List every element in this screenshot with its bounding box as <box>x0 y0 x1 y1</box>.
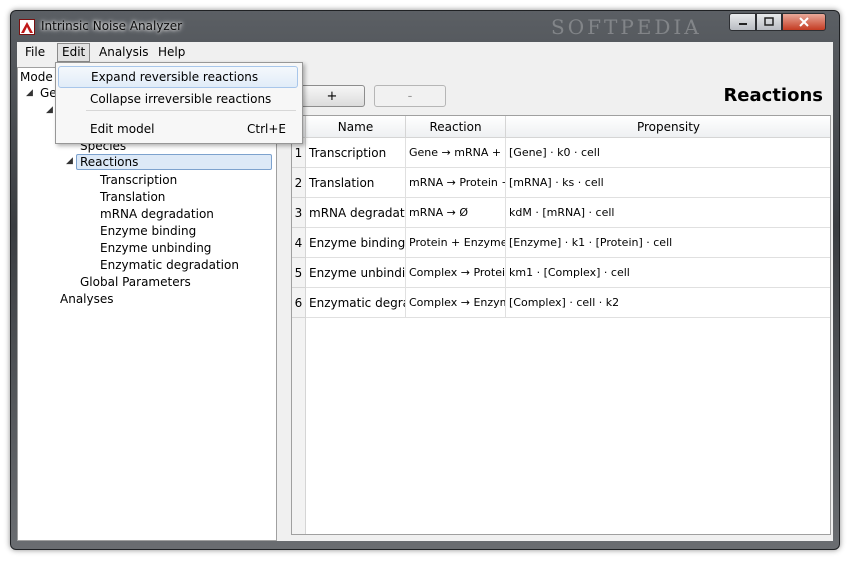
tree-item-reaction[interactable]: Translation <box>100 190 165 204</box>
watermark: SOFTPEDIA <box>551 15 702 39</box>
cell-name[interactable]: Enzymatic degradati <box>306 288 406 318</box>
tree-item-reaction[interactable]: Enzyme binding <box>100 224 196 238</box>
window-controls <box>729 13 826 33</box>
cell-name[interactable]: Enzyme unbinding <box>306 258 406 288</box>
menu-item-expand-reversible[interactable]: Expand reversible reactions <box>58 66 298 88</box>
cell-name[interactable]: Enzyme binding <box>306 228 406 258</box>
cell-reaction[interactable]: mRNA → Protein + m <box>406 168 506 198</box>
cell-name[interactable]: Translation <box>306 168 406 198</box>
page-title: Reactions <box>723 85 823 106</box>
window-title: Intrinsic Noise Analyzer <box>41 19 183 33</box>
tree-item-global-parameters[interactable]: Global Parameters <box>80 275 191 289</box>
column-header-propensity[interactable]: Propensity <box>506 116 830 138</box>
remove-reaction-button[interactable]: - <box>374 85 446 107</box>
app-logo-icon <box>19 19 35 35</box>
tree-item-reaction[interactable]: Enzymatic degradation <box>100 258 239 272</box>
menu-item-shortcut: Ctrl+E <box>247 122 286 136</box>
cell-propensity[interactable]: [mRNA] · ks · cell <box>506 168 830 198</box>
menu-file[interactable]: File <box>21 43 49 62</box>
maximize-icon[interactable] <box>756 13 782 31</box>
expand-arrow-icon[interactable]: ◢ <box>26 88 33 98</box>
cell-propensity[interactable]: [Complex] · cell · k2 <box>506 288 830 318</box>
tree-item-reaction[interactable]: Enzyme unbinding <box>100 241 211 255</box>
row-header[interactable]: 5 <box>292 258 306 288</box>
menu-item-label: Collapse irreversible reactions <box>90 92 272 106</box>
row-header[interactable]: 2 <box>292 168 306 198</box>
menu-item-edit-model[interactable]: Edit model Ctrl+E <box>58 118 298 140</box>
tree-item-reaction[interactable]: mRNA degradation <box>100 207 214 221</box>
menu-analysis[interactable]: Analysis <box>95 43 152 62</box>
edit-menu-dropdown: Expand reversible reactions Collapse irr… <box>55 62 303 144</box>
cell-propensity[interactable]: km1 · [Complex] · cell <box>506 258 830 288</box>
column-header-reaction[interactable]: Reaction <box>406 116 506 138</box>
menu-bar: File Edit Analysis Help <box>17 42 833 64</box>
cell-reaction[interactable]: mRNA → Ø <box>406 198 506 228</box>
tree-item-reactions[interactable]: Reactions <box>76 154 272 170</box>
cell-reaction[interactable]: Complex → Enzyme <box>406 288 506 318</box>
cell-name[interactable]: Transcription <box>306 138 406 168</box>
cell-propensity[interactable]: kdM · [mRNA] · cell <box>506 198 830 228</box>
add-reaction-button[interactable]: + <box>299 85 365 107</box>
reactions-table[interactable]: Name Reaction Propensity 1 Transcription… <box>291 115 831 535</box>
menu-item-label: Expand reversible reactions <box>91 70 259 84</box>
row-header[interactable]: 4 <box>292 228 306 258</box>
menu-item-label: Edit model <box>90 122 155 136</box>
menu-help[interactable]: Help <box>154 43 189 62</box>
cell-propensity[interactable]: [Enzyme] · k1 · [Protein] · cell <box>506 228 830 258</box>
column-header-name[interactable]: Name <box>306 116 406 138</box>
title-bar[interactable]: Intrinsic Noise Analyzer SOFTPEDIA <box>11 11 839 43</box>
menu-edit[interactable]: Edit <box>57 43 91 62</box>
row-header[interactable]: 3 <box>292 198 306 228</box>
menu-item-collapse-irreversible[interactable]: Collapse irreversible reactions <box>58 88 298 110</box>
minimize-icon[interactable] <box>729 13 756 31</box>
expand-arrow-icon[interactable]: ◢ <box>66 156 73 166</box>
cell-reaction[interactable]: Protein + Enzyme → <box>406 228 506 258</box>
cell-name[interactable]: mRNA degradation <box>306 198 406 228</box>
row-header[interactable]: 6 <box>292 288 306 318</box>
expand-arrow-icon[interactable]: ◢ <box>46 105 53 115</box>
cell-reaction[interactable]: Gene → mRNA + Ge <box>406 138 506 168</box>
cell-propensity[interactable]: [Gene] · k0 · cell <box>506 138 830 168</box>
cell-reaction[interactable]: Complex → Protein · <box>406 258 506 288</box>
close-icon[interactable] <box>782 13 826 31</box>
tree-item-reaction[interactable]: Transcription <box>100 173 177 187</box>
tree-header: Mode <box>20 70 53 84</box>
tree-item-analyses[interactable]: Analyses <box>60 292 114 306</box>
menu-separator <box>86 110 296 111</box>
